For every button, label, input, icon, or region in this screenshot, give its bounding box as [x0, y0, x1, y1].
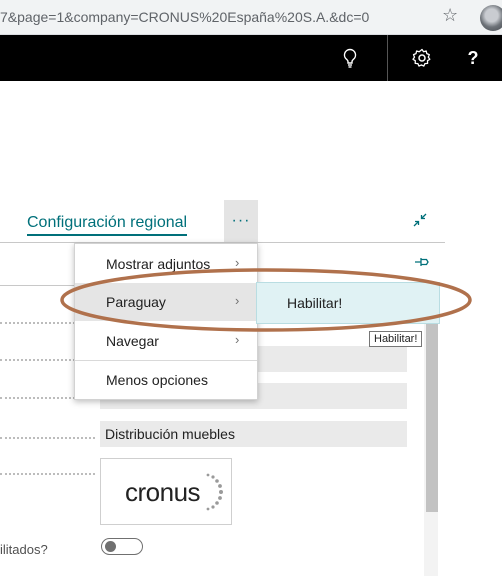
logo-text: cronus: [125, 477, 201, 507]
menu-item-label: Paraguay: [106, 294, 166, 310]
url-text[interactable]: 7&page=1&company=CRONUS%20España%20S.A.&…: [0, 9, 369, 25]
tooltip: Habilitar!: [369, 331, 423, 347]
logo-dots-icon: [206, 473, 223, 511]
menu-item-label: Menos opciones: [106, 372, 208, 388]
more-options-button[interactable]: ···: [224, 200, 258, 242]
submenu-item-label: Habilitar!: [287, 295, 343, 311]
page-header: Configuración regional ···: [0, 200, 445, 242]
menu-item-menos-opciones[interactable]: Menos opciones: [75, 361, 257, 399]
avatar-icon[interactable]: [480, 5, 502, 31]
company-logo[interactable]: cronus: [100, 458, 232, 525]
toggle-switch[interactable]: [101, 538, 143, 555]
menu-item-paraguay[interactable]: Paraguay ›: [75, 283, 257, 321]
help-icon[interactable]: ?: [460, 35, 486, 81]
pin-icon[interactable]: [414, 255, 430, 272]
submenu-item-habilitar[interactable]: Habilitar!: [256, 282, 440, 324]
field-label-dots: [0, 437, 95, 439]
browser-address-bar: 7&page=1&company=CRONUS%20España%20S.A.&…: [0, 0, 502, 35]
gear-icon[interactable]: [408, 35, 436, 81]
star-icon[interactable]: ☆: [442, 5, 458, 26]
field-value: Distribución muebles: [105, 426, 235, 442]
page-title[interactable]: Configuración regional: [27, 214, 188, 236]
menu-item-mostrar-adjuntos[interactable]: Mostrar adjuntos ›: [75, 245, 257, 283]
lightbulb-icon[interactable]: [337, 35, 363, 81]
form-field[interactable]: Distribución muebles: [100, 421, 407, 447]
chevron-right-icon: ›: [235, 293, 240, 308]
chevron-right-icon: ›: [235, 255, 240, 270]
scrollbar-thumb[interactable]: [426, 300, 438, 512]
menu-item-navegar[interactable]: Navegar ›: [75, 322, 257, 360]
chevron-right-icon: ›: [235, 332, 240, 347]
menu-item-label: Navegar: [106, 333, 159, 349]
menu-item-label: Mostrar adjuntos: [106, 256, 211, 272]
app-header: ?: [0, 35, 502, 81]
context-menu: Mostrar adjuntos › Paraguay › Navegar › …: [74, 243, 258, 400]
toggle-knob: [105, 541, 116, 552]
field-label-dots: [0, 473, 95, 475]
collapse-icon[interactable]: [412, 212, 428, 231]
header-divider: [387, 35, 388, 81]
field-label: ilitados?: [0, 542, 48, 557]
